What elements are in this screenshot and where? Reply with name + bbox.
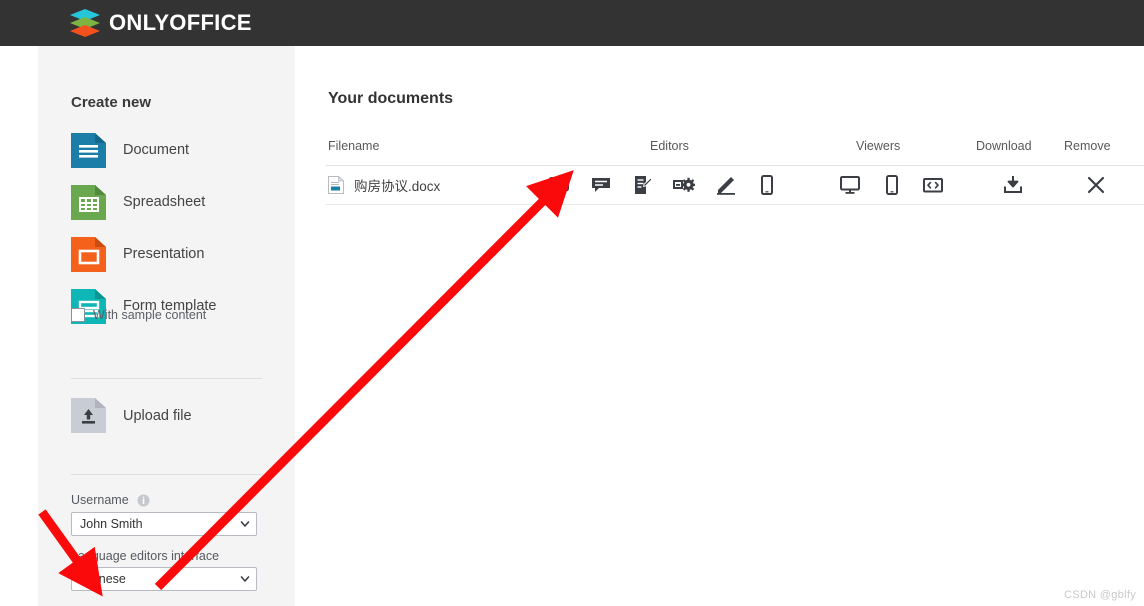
upload-file-label: Upload file xyxy=(123,407,192,424)
create-item-spreadsheet[interactable]: Spreadsheet xyxy=(71,180,281,224)
with-sample-content-label: With sample content xyxy=(93,308,207,322)
spreadsheet-icon xyxy=(71,184,106,220)
upload-icon xyxy=(71,398,106,433)
username-select[interactable]: John Smith xyxy=(71,512,257,536)
language-label: Language editors interface xyxy=(71,549,220,563)
sidebar-divider-bottom xyxy=(71,474,262,475)
language-label-row: Language editors interface xyxy=(71,549,219,563)
language-value: Chinese xyxy=(80,572,126,586)
document-icon xyxy=(71,132,106,168)
docx-file-icon xyxy=(328,176,344,194)
remove-icon[interactable] xyxy=(1085,174,1107,196)
download-icon[interactable] xyxy=(1002,174,1024,196)
column-header-download: Download xyxy=(976,139,1032,153)
username-value: John Smith xyxy=(80,517,143,531)
username-label: Username xyxy=(71,493,129,507)
desktop-viewer-icon[interactable] xyxy=(839,174,861,196)
create-item-presentation[interactable]: Presentation xyxy=(71,232,281,276)
brand-name: ONLYOFFICE xyxy=(109,10,252,35)
chevron-down-icon xyxy=(240,519,250,529)
create-item-document[interactable]: Document xyxy=(71,128,281,172)
documents-table: Filename Editors Viewers Download Remove xyxy=(326,132,1144,205)
comment-editor-icon[interactable] xyxy=(590,174,612,196)
table-row: 购房协议.docx xyxy=(326,166,1144,205)
presentation-icon xyxy=(71,236,106,272)
desktop-editor-icon[interactable] xyxy=(548,174,570,196)
embedded-viewer-icon[interactable] xyxy=(922,174,944,196)
sidebar-divider-top xyxy=(71,378,262,379)
column-header-filename: Filename xyxy=(328,139,380,153)
file-name-label: 购房协议.docx xyxy=(354,179,441,194)
file-name-cell[interactable]: 购房协议.docx xyxy=(328,175,440,195)
page-title: Your documents xyxy=(328,90,454,107)
table-header-row: Filename Editors Viewers Download Remove xyxy=(326,132,1144,166)
create-item-label: Presentation xyxy=(123,246,205,262)
review-editor-icon[interactable] xyxy=(632,174,654,196)
column-header-editors: Editors xyxy=(650,139,689,153)
fill-forms-editor-icon[interactable] xyxy=(715,174,737,196)
column-header-viewers: Viewers xyxy=(856,139,901,153)
watermark: CSDN @gblfy xyxy=(1064,589,1136,601)
mobile-editor-icon[interactable] xyxy=(756,174,778,196)
mobile-viewer-icon[interactable] xyxy=(881,174,903,196)
column-header-remove: Remove xyxy=(1064,139,1111,153)
info-icon[interactable] xyxy=(137,494,150,507)
main-content: Your documents Filename Editors Viewers … xyxy=(295,46,1144,606)
language-select[interactable]: Chinese xyxy=(71,567,257,591)
brand-logo[interactable]: ONLYOFFICE xyxy=(70,9,252,37)
create-new-title: Create new xyxy=(71,94,152,111)
create-item-label: Spreadsheet xyxy=(123,194,206,210)
with-sample-content-checkbox[interactable] xyxy=(71,308,85,322)
sidebar: Create new Document Spreadsheet Presenta… xyxy=(38,46,295,606)
create-item-label: Document xyxy=(123,142,190,158)
create-new-list: Document Spreadsheet Presentation Form t… xyxy=(71,128,281,336)
username-label-row: Username xyxy=(71,493,150,507)
app-header: ONLYOFFICE xyxy=(0,0,1144,46)
upload-file-button[interactable]: Upload file xyxy=(71,398,192,433)
chevron-down-icon xyxy=(240,574,250,584)
customization-editor-icon[interactable] xyxy=(673,174,695,196)
with-sample-content-row[interactable]: With sample content xyxy=(71,308,206,322)
onlyoffice-logo-icon xyxy=(70,9,100,37)
